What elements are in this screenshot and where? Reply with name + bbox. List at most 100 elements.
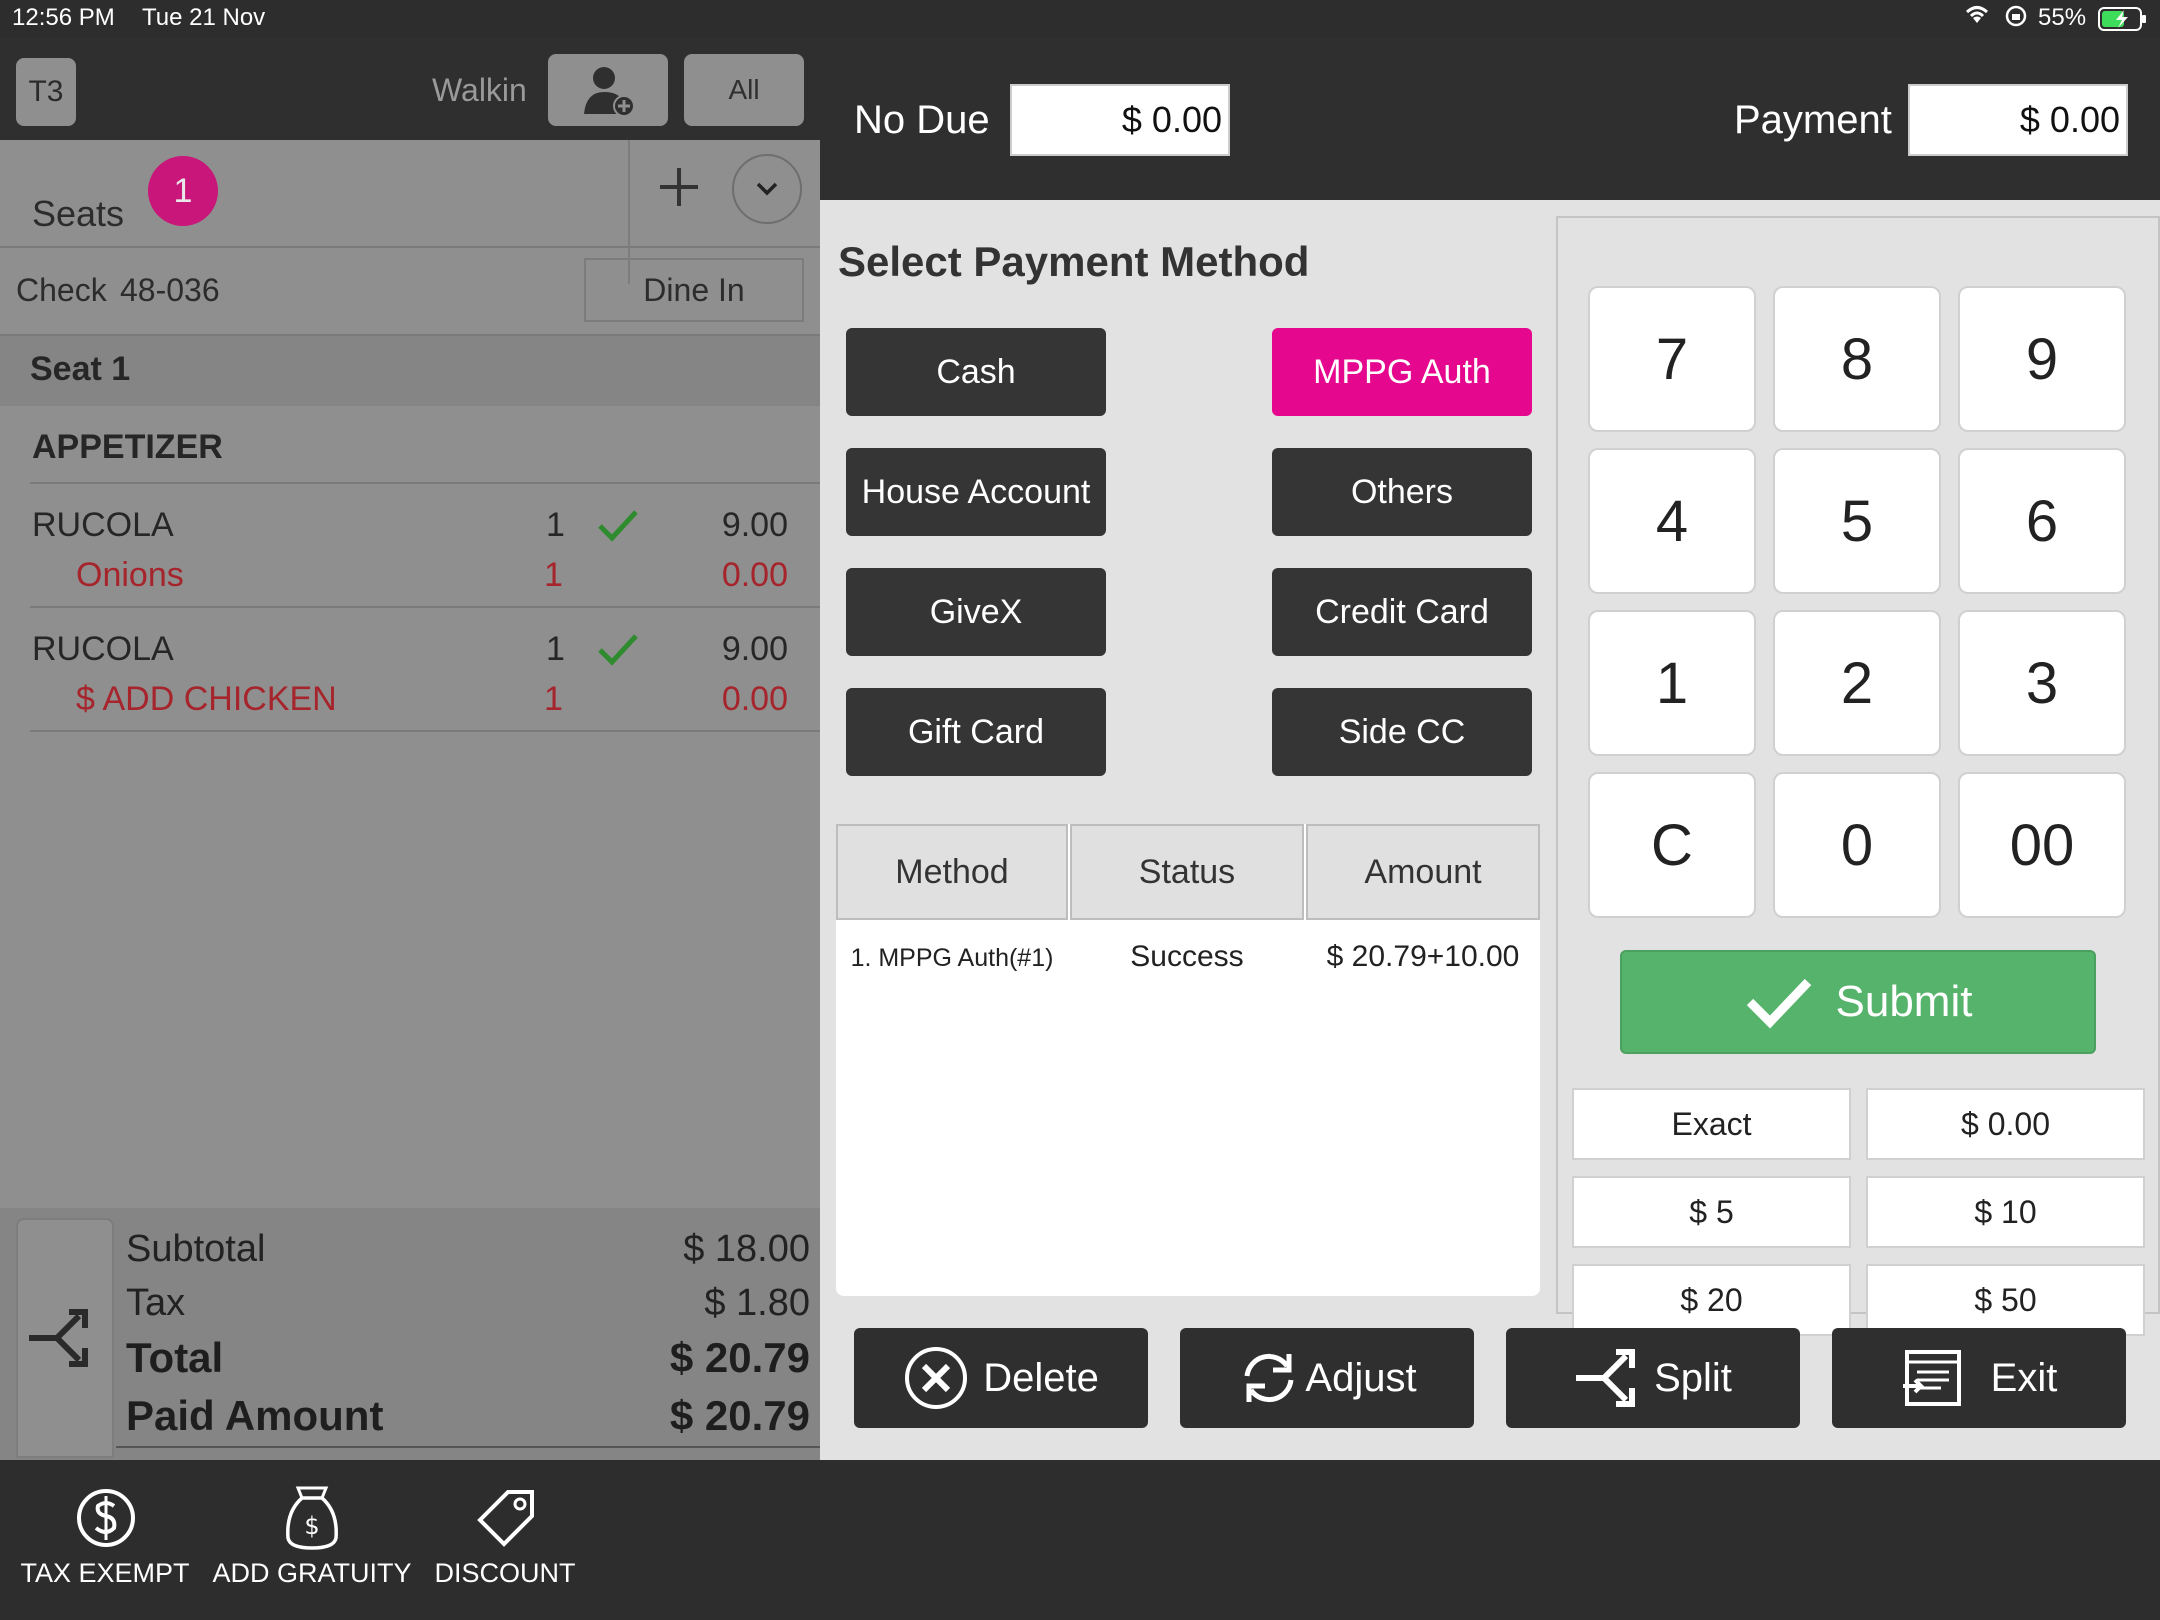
transaction-amount: $ 20.79+10.00 — [1326, 940, 1520, 973]
add-user-icon — [584, 67, 635, 117]
house-account-button[interactable]: House Account — [846, 448, 1106, 536]
expand-seats-button[interactable] — [732, 154, 802, 224]
key-8[interactable]: 8 — [1773, 286, 1941, 432]
item-name: RUCOLA — [32, 630, 174, 668]
seats-label: Seats — [32, 193, 125, 234]
close-circle-icon — [905, 1347, 968, 1409]
column-header-method: Method — [836, 824, 1068, 920]
transaction-method: 1. MPPG Auth(#1) — [850, 944, 1054, 972]
order-topbar: T3 Walkin All — [0, 38, 820, 140]
order-item[interactable]: RUCOLA 1 9.00 $ ADD CHICKEN 1 0.00 — [0, 610, 820, 770]
split-button[interactable]: Split — [1506, 1328, 1800, 1428]
exact-amount-button[interactable]: Exact — [1572, 1088, 1851, 1160]
check-number: 48-036 — [120, 272, 220, 308]
modifier-qty: 1 — [544, 556, 563, 594]
tax-value: $ 1.80 — [704, 1282, 810, 1324]
item-qty: 1 — [546, 506, 565, 544]
submit-label: Submit — [1835, 977, 1973, 1026]
key-9[interactable]: 9 — [1958, 286, 2126, 432]
chevron-down-icon — [756, 182, 778, 196]
column-header-amount: Amount — [1306, 824, 1540, 920]
key-3[interactable]: 3 — [1958, 610, 2126, 756]
modifier-name: $ ADD CHICKEN — [76, 680, 337, 718]
add-customer-button[interactable] — [548, 54, 668, 126]
plus-icon — [660, 168, 698, 206]
status-date: Tue 21 Nov — [142, 4, 266, 31]
tax-exempt-button[interactable]: TAX EXEMPT — [20, 1486, 190, 1606]
paid-amount-label: Paid Amount — [126, 1392, 384, 1439]
check-label: Check — [16, 272, 107, 308]
total-label: Total — [126, 1334, 224, 1381]
payment-header: No Due $ 0.00 Payment $ 0.00 — [820, 38, 2160, 200]
quick-amount-20-button[interactable]: $ 20 — [1572, 1264, 1851, 1336]
modifier-price: 0.00 — [721, 556, 788, 594]
add-gratuity-label: ADD GRATUITY — [212, 1558, 412, 1588]
discount-button[interactable]: DISCOUNT — [430, 1486, 580, 1606]
battery-percent: 55% — [2038, 4, 2087, 31]
no-due-label: No Due — [854, 98, 990, 142]
key-6[interactable]: 6 — [1958, 448, 2126, 594]
exit-label: Exit — [1990, 1355, 2058, 1400]
split-arrows-icon — [1576, 1349, 1636, 1407]
item-price: 9.00 — [721, 506, 788, 544]
add-gratuity-button[interactable]: $ ADD GRATUITY — [212, 1486, 412, 1606]
key-4[interactable]: 4 — [1588, 448, 1756, 594]
battery-icon — [2098, 6, 2148, 39]
transactions-table: Method Status Amount 1. MPPG Auth(#1) Su… — [836, 824, 1540, 1296]
quick-amount-10-button[interactable]: $ 10 — [1866, 1176, 2145, 1248]
table-row[interactable]: 1. MPPG Auth(#1) Success $ 20.79+10.00 — [836, 924, 1540, 998]
keypad-panel: 7 8 9 4 5 6 1 2 3 C 0 00 Submit Exact $ … — [1556, 216, 2160, 1336]
subtotal-value: $ 18.00 — [683, 1228, 810, 1270]
subtotal-label: Subtotal — [126, 1228, 266, 1270]
tax-label: Tax — [126, 1282, 186, 1324]
modifier-price: 0.00 — [721, 680, 788, 718]
payment-field[interactable]: $ 0.00 — [1908, 84, 2128, 156]
key-clear[interactable]: C — [1588, 772, 1756, 918]
payment-label: Payment — [1734, 98, 1892, 142]
category-header: APPETIZER — [32, 428, 223, 466]
others-button[interactable]: Others — [1272, 448, 1532, 536]
status-time: 12:56 PM — [12, 4, 115, 31]
order-panel: T3 Walkin All Seats 1 Check 48-036 Dine … — [0, 38, 820, 1460]
credit-card-button[interactable]: Credit Card — [1272, 568, 1532, 656]
wifi-icon — [1962, 2, 1992, 33]
add-seat-button[interactable] — [646, 154, 712, 220]
adjust-button[interactable]: Adjust — [1180, 1328, 1474, 1428]
modifier-qty: 1 — [544, 680, 563, 718]
quick-amount-50-button[interactable]: $ 50 — [1866, 1264, 2145, 1336]
gift-card-button[interactable]: Gift Card — [846, 688, 1106, 776]
split-label: Split — [1654, 1355, 1732, 1400]
table-button[interactable]: T3 — [16, 58, 76, 126]
divider — [30, 482, 820, 484]
givex-button[interactable]: GiveX — [846, 568, 1106, 656]
divider — [0, 246, 820, 248]
select-payment-title: Select Payment Method — [838, 238, 1310, 285]
seat-header[interactable]: Seat 1 — [0, 336, 820, 406]
key-00[interactable]: 00 — [1958, 772, 2126, 918]
svg-text:$: $ — [304, 1512, 319, 1540]
key-7[interactable]: 7 — [1588, 286, 1756, 432]
split-check-button[interactable] — [16, 1218, 114, 1458]
price-tag-icon — [477, 1490, 534, 1547]
submit-button[interactable]: Submit — [1620, 950, 2096, 1054]
key-2[interactable]: 2 — [1773, 610, 1941, 756]
cash-button[interactable]: Cash — [846, 328, 1106, 416]
side-cc-button[interactable]: Side CC — [1272, 688, 1532, 776]
key-1[interactable]: 1 — [1588, 610, 1756, 756]
seat-count-badge[interactable]: 1 — [148, 156, 218, 226]
exit-button[interactable]: Exit — [1832, 1328, 2126, 1428]
mppg-auth-button[interactable]: MPPG Auth — [1272, 328, 1532, 416]
item-name: RUCOLA — [32, 506, 174, 544]
quick-amount-0-button[interactable]: $ 0.00 — [1866, 1088, 2145, 1160]
dine-in-button[interactable]: Dine In — [584, 258, 804, 322]
quick-amount-5-button[interactable]: $ 5 — [1572, 1176, 1851, 1248]
paid-amount-value: $ 20.79 — [669, 1392, 810, 1439]
key-0[interactable]: 0 — [1773, 772, 1941, 918]
customer-name: Walkin — [432, 72, 527, 108]
delete-button[interactable]: Delete — [854, 1328, 1148, 1428]
all-button[interactable]: All — [684, 54, 804, 126]
bottom-toolbar: TAX EXEMPT $ ADD GRATUITY DISCOUNT — [0, 1460, 2160, 1620]
key-5[interactable]: 5 — [1773, 448, 1941, 594]
item-price: 9.00 — [721, 630, 788, 668]
no-due-field[interactable]: $ 0.00 — [1010, 84, 1230, 156]
